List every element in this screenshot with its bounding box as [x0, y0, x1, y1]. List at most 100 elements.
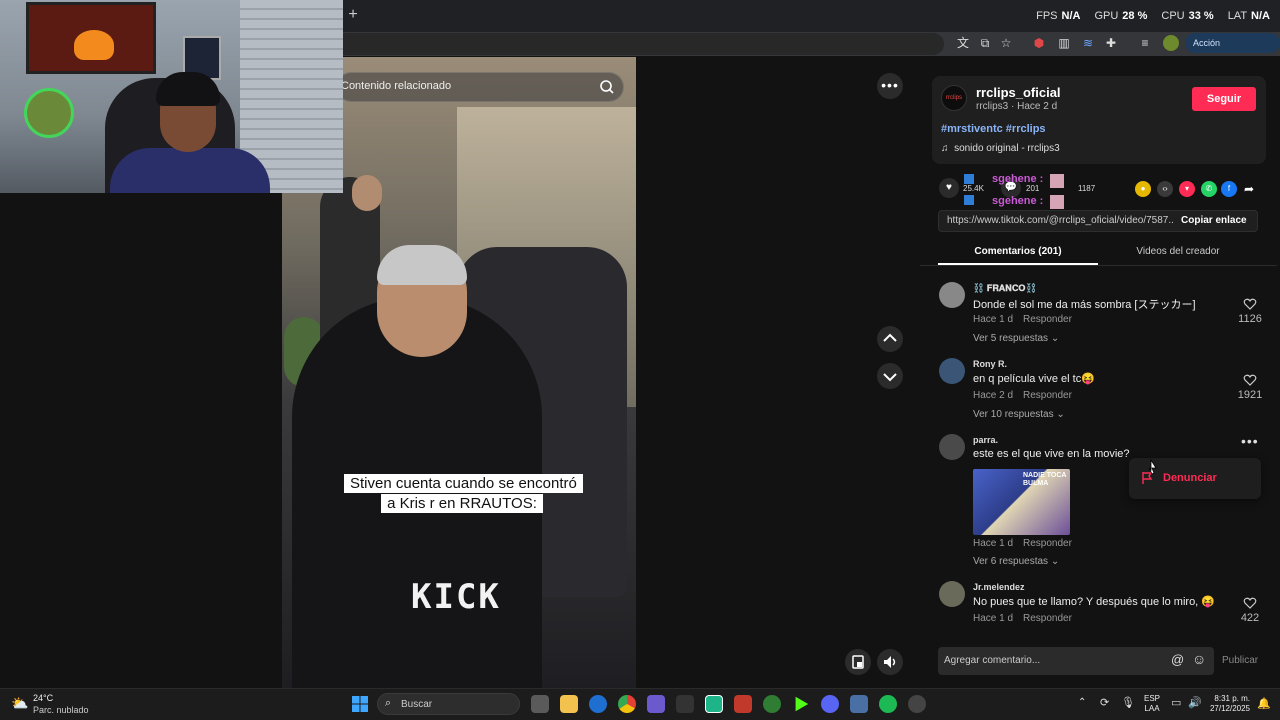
share-other-icon[interactable]: ●: [1135, 181, 1151, 197]
taskbar-search[interactable]: [377, 693, 520, 715]
comment-more-options-button[interactable]: •••: [1241, 433, 1259, 449]
cast-icon[interactable]: ⧉: [977, 35, 993, 51]
overlay-emote-icon: [964, 174, 974, 184]
creator-name[interactable]: rrclips_oficial: [976, 85, 1061, 100]
file-explorer-icon[interactable]: [560, 695, 578, 713]
webcam-overlay: [0, 0, 343, 193]
taskbar-clock[interactable]: 8:31 p. m. 27/12/2025: [1208, 694, 1250, 714]
share-arrow-icon[interactable]: ➦: [1241, 181, 1257, 197]
gamepad-app-icon[interactable]: [647, 695, 665, 713]
like-icon[interactable]: ♥: [939, 178, 959, 198]
previous-video-button[interactable]: [877, 326, 903, 352]
sound-label: sonido original - rrclips3: [954, 143, 1060, 154]
extension-chart-icon[interactable]: ▥: [1056, 35, 1072, 51]
comment-author[interactable]: Rony R.: [973, 359, 1007, 369]
publish-button[interactable]: Publicar: [1222, 655, 1258, 666]
whatsapp-icon[interactable]: ✆: [1201, 181, 1217, 197]
notification-icon[interactable]: 🔔: [1257, 697, 1271, 710]
heart-icon[interactable]: [1243, 297, 1257, 311]
comment-text: este es el que vive en la movie?: [973, 448, 1130, 460]
mention-icon[interactable]: @: [1171, 652, 1184, 667]
mouse-cursor-icon: [1148, 459, 1157, 475]
search-icon[interactable]: [599, 79, 615, 95]
comment-author[interactable]: parra.: [973, 435, 998, 445]
spotify-icon[interactable]: [879, 695, 897, 713]
report-button[interactable]: Denunciar: [1163, 472, 1217, 484]
chevron-up-icon[interactable]: ⌃: [1078, 697, 1086, 708]
translate-icon[interactable]: 文: [955, 35, 971, 51]
emoji-icon[interactable]: ☺: [1192, 651, 1206, 667]
sticker-caption: NADIE TOCA BULMA: [1023, 472, 1067, 487]
sync-icon[interactable]: ⟳: [1100, 696, 1109, 709]
search-icon: ⌕: [385, 697, 392, 709]
webcam-neon-sign: [24, 88, 74, 138]
network-icon[interactable]: ▭: [1171, 696, 1181, 709]
comment-time: Hace 1 d: [973, 613, 1014, 624]
voicemeeter-icon[interactable]: [734, 695, 752, 713]
comment-avatar[interactable]: [939, 282, 965, 308]
reply-button[interactable]: Responder: [1023, 538, 1072, 549]
stats-row: ♥ 25.4K 💬 201 1187 sgehene : sgehene : ●…: [938, 173, 1268, 212]
follow-button[interactable]: Seguir: [1192, 87, 1256, 111]
send-icon[interactable]: ▾: [1179, 181, 1195, 197]
volume-button[interactable]: [877, 649, 903, 675]
weather-temperature[interactable]: 24°C: [33, 693, 53, 703]
weather-description[interactable]: Parc. nublado: [33, 705, 89, 715]
new-tab-button[interactable]: +: [346, 6, 360, 24]
comment-author[interactable]: Jr.melendez: [973, 582, 1025, 592]
chrome-icon[interactable]: [618, 695, 636, 713]
discord-icon[interactable]: [821, 695, 839, 713]
comment-like-count: 1126: [1238, 313, 1262, 325]
video-hashtags[interactable]: #mrstiventc #rrclips: [941, 123, 1046, 135]
comment-avatar[interactable]: [939, 581, 965, 607]
weather-icon[interactable]: ⛅: [11, 695, 28, 712]
creator-avatar[interactable]: rrclips: [941, 85, 967, 111]
windows-start-icon[interactable]: [352, 696, 368, 712]
extension-shield-icon[interactable]: ⬢: [1031, 35, 1047, 51]
reply-button[interactable]: Responder: [1023, 314, 1072, 325]
facebook-icon[interactable]: f: [1221, 181, 1237, 197]
original-sound[interactable]: ♫ sonido original - rrclips3: [941, 143, 1060, 154]
settings-gear-icon[interactable]: [850, 695, 868, 713]
heart-icon[interactable]: [1243, 596, 1257, 610]
language-indicator[interactable]: ESP LAA: [1144, 694, 1160, 714]
tab-creator-videos[interactable]: Videos del creador: [1098, 246, 1258, 257]
heart-icon[interactable]: [1243, 373, 1257, 387]
profile-avatar[interactable]: [1163, 35, 1179, 51]
extensions-puzzle-icon[interactable]: ✚: [1103, 35, 1119, 51]
reading-list-icon[interactable]: ≡: [1137, 35, 1153, 51]
comment-time: Hace 2 d: [973, 390, 1014, 401]
active-app-icon[interactable]: [705, 695, 723, 713]
comment-text: en q película vive el tc😝: [973, 373, 1095, 385]
action-required-button[interactable]: Acción obligatoria ⋮: [1185, 33, 1280, 68]
comment-avatar[interactable]: [939, 358, 965, 384]
microphone-icon[interactable]: 🎙: [1121, 696, 1135, 709]
capcut-icon[interactable]: [676, 695, 694, 713]
copy-link-button[interactable]: Copiar enlace: [1181, 215, 1247, 226]
chevron-down-icon: [883, 373, 897, 382]
overlay-emote-icon: [964, 195, 974, 205]
view-replies-button[interactable]: Ver 10 respuestas ⌄: [973, 409, 1065, 420]
task-view-icon[interactable]: [531, 695, 549, 713]
reply-button[interactable]: Responder: [1023, 613, 1072, 624]
next-video-button[interactable]: [877, 363, 903, 389]
video-more-options-button[interactable]: •••: [877, 73, 903, 99]
browser-app-icon[interactable]: [589, 695, 607, 713]
extension-wave-icon[interactable]: ≋: [1080, 35, 1096, 51]
video-link-url[interactable]: https://www.tiktok.com/@rrclips_oficial/…: [947, 215, 1173, 226]
bookmark-star-icon[interactable]: ☆: [998, 35, 1014, 51]
comment-avatar[interactable]: [939, 434, 965, 460]
comment-time: Hace 1 d: [973, 538, 1014, 549]
lat-readout: LAT N/A: [1227, 10, 1270, 22]
app-circle-icon[interactable]: [763, 695, 781, 713]
floating-player-button[interactable]: [845, 649, 871, 675]
obs-icon[interactable]: [908, 695, 926, 713]
comment-sticker-image[interactable]: NADIE TOCA BULMA: [973, 469, 1070, 535]
tab-comments[interactable]: Comentarios (201): [938, 246, 1098, 257]
view-replies-button[interactable]: Ver 6 respuestas ⌄: [973, 556, 1059, 567]
embed-icon[interactable]: ‹›: [1157, 181, 1173, 197]
view-replies-button[interactable]: Ver 5 respuestas ⌄: [973, 333, 1059, 344]
volume-icon[interactable]: 🔊: [1188, 696, 1202, 709]
reply-button[interactable]: Responder: [1023, 390, 1072, 401]
comment-author[interactable]: ⛓️ 𝐅𝐑𝐀𝐍𝐂𝐎⛓️: [973, 283, 1037, 294]
